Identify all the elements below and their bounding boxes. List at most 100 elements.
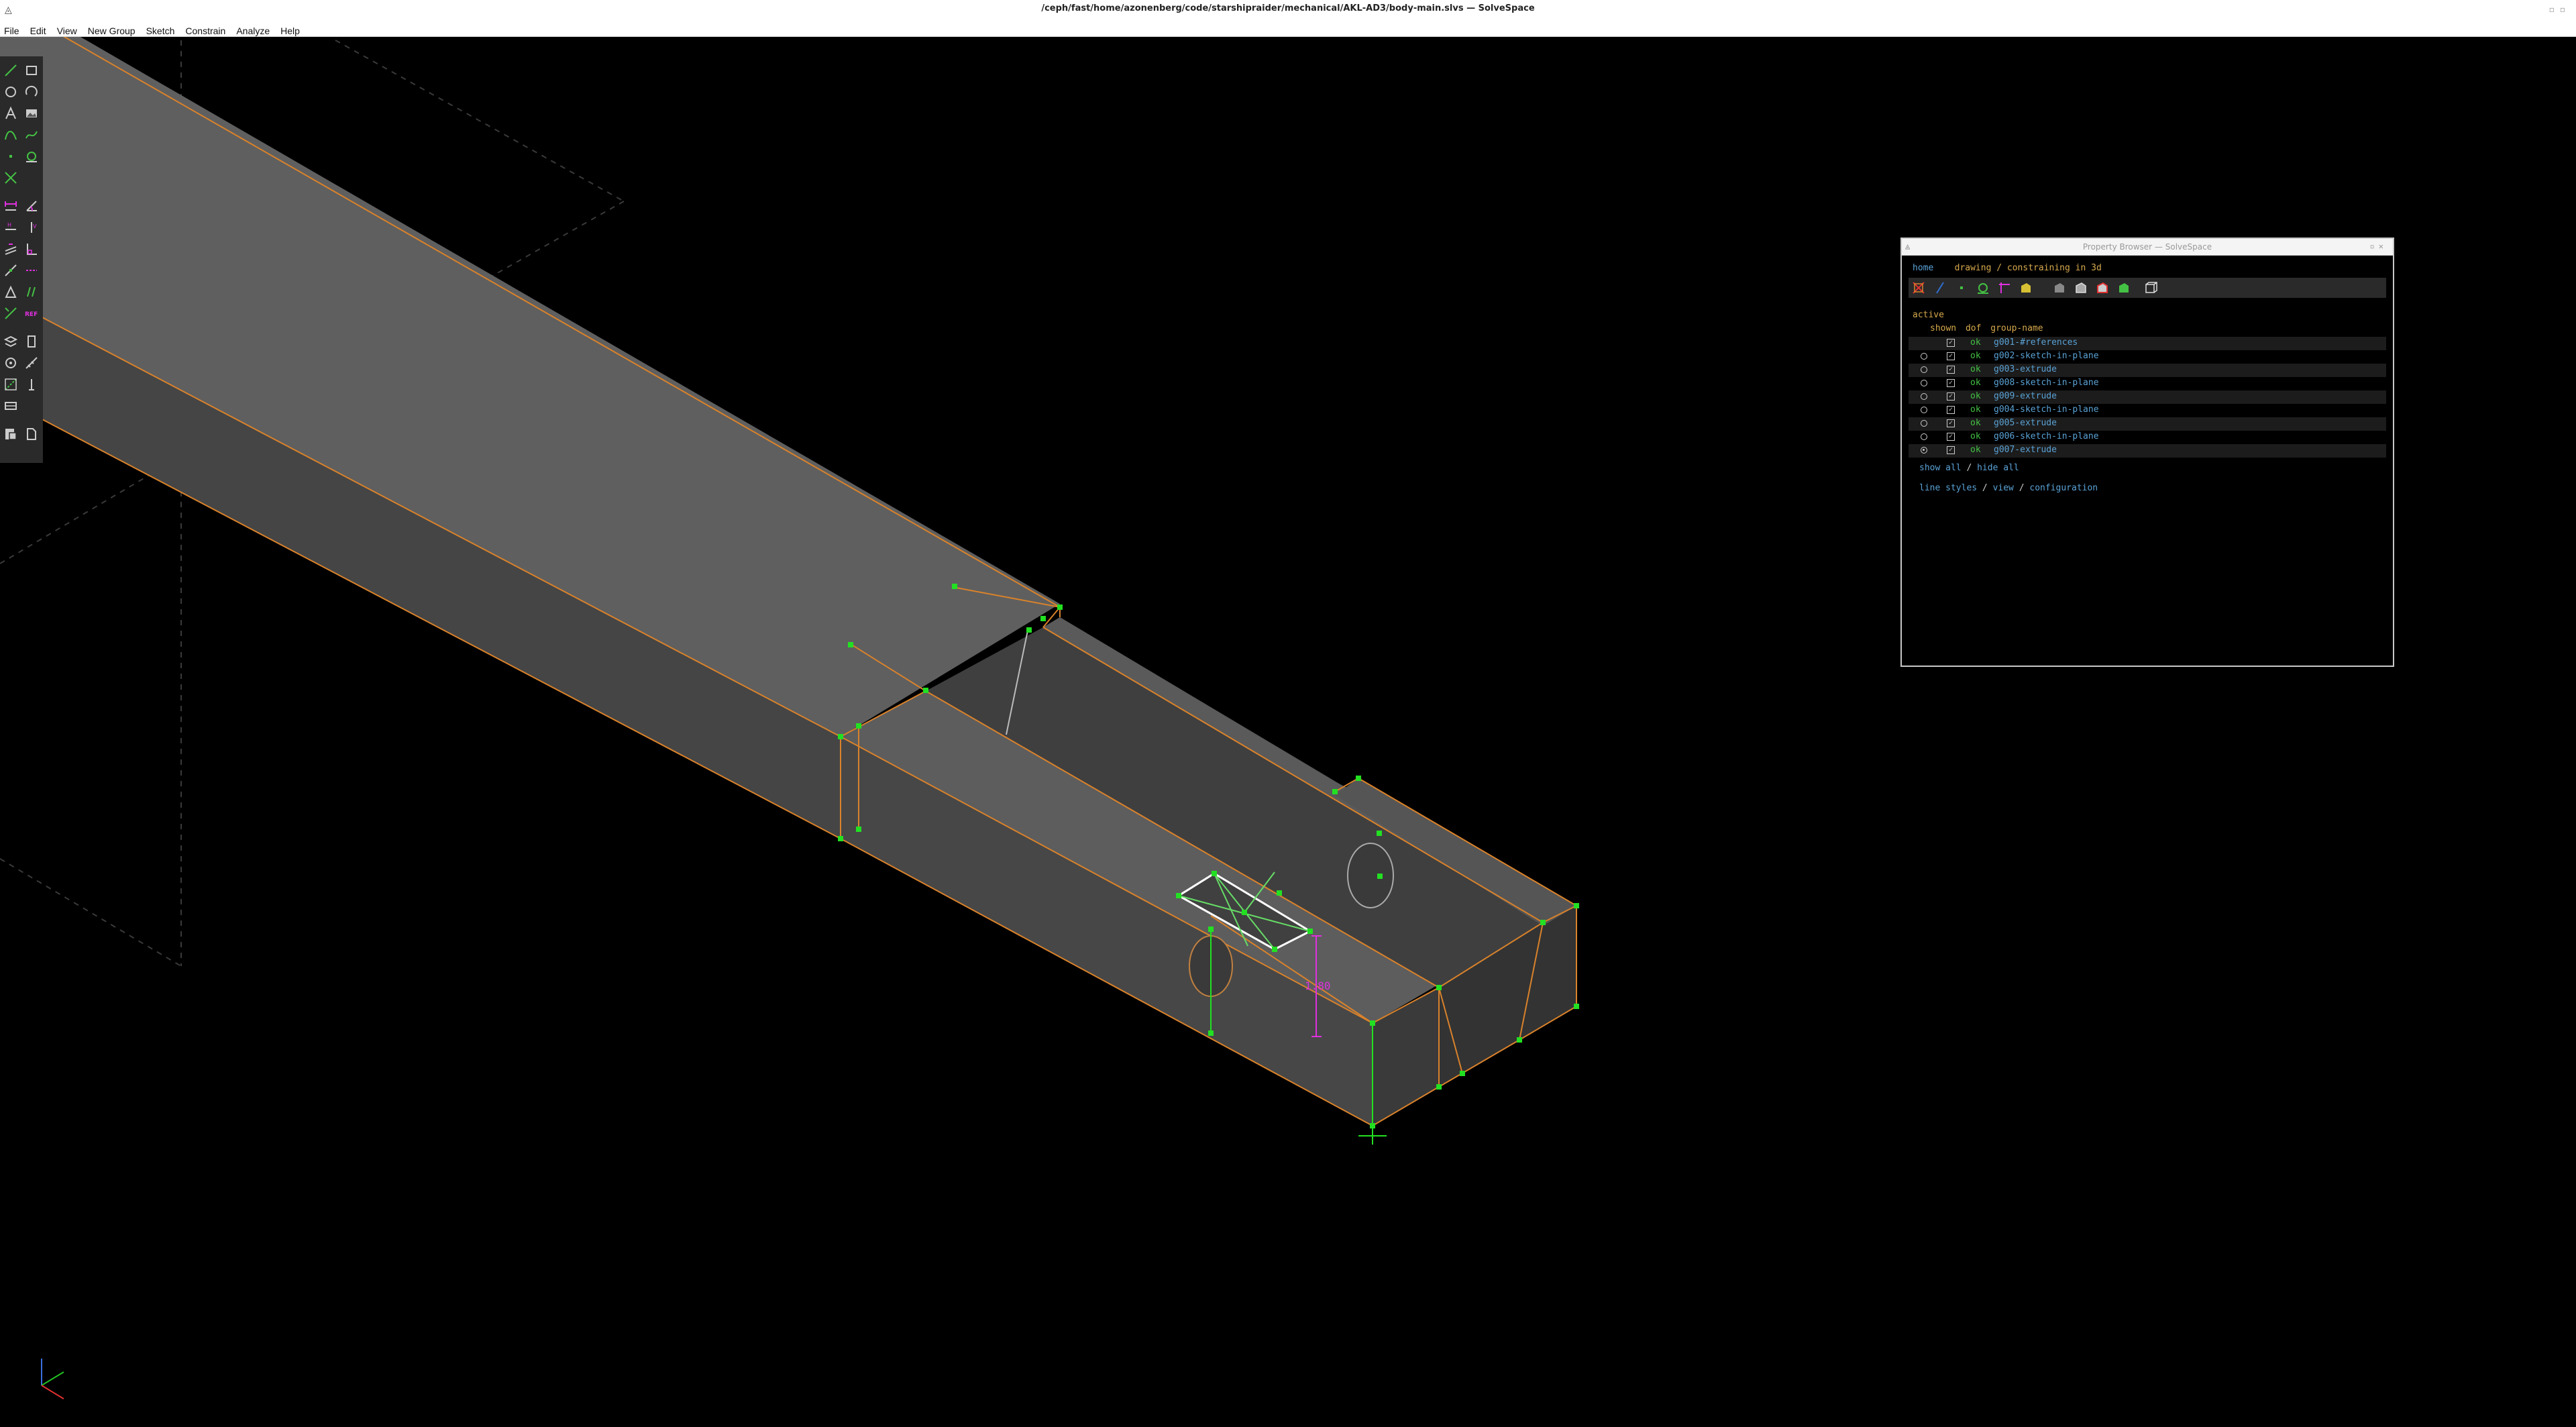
shown-checkbox[interactable]: ✓ xyxy=(1947,366,1955,374)
show-all-link[interactable]: show all xyxy=(1919,463,1962,473)
export-icon[interactable] xyxy=(3,427,18,441)
construction-icon[interactable] xyxy=(3,377,18,392)
view-link[interactable]: view xyxy=(1993,483,2014,493)
nearest-ortho-icon[interactable] xyxy=(24,334,39,349)
step-rotate-icon[interactable] xyxy=(3,356,18,370)
workplanes-icon[interactable] xyxy=(1911,280,1926,295)
group-name-link[interactable]: g009-extrude xyxy=(1994,391,2057,401)
svg-text:V: V xyxy=(33,223,37,229)
group-name-link[interactable]: g005-extrude xyxy=(1994,418,2057,428)
home-link[interactable]: home xyxy=(1913,263,1933,273)
normals-icon[interactable] xyxy=(1933,280,1947,295)
shaded-icon[interactable] xyxy=(2052,280,2067,295)
group-row[interactable]: ✓ ok g007-extrude xyxy=(1909,444,2386,458)
vertical-icon[interactable]: V xyxy=(24,220,39,235)
group-row[interactable]: ✓ ok g004-sketch-in-plane xyxy=(1909,404,2386,417)
horizontal-icon[interactable]: H xyxy=(3,220,18,235)
group-name-link[interactable]: g001-#references xyxy=(1994,337,2078,348)
menu-edit[interactable]: Edit xyxy=(25,20,52,36)
cubic-spline-icon[interactable] xyxy=(3,127,18,142)
assemble-icon[interactable] xyxy=(3,399,18,413)
arc-icon[interactable] xyxy=(24,85,39,99)
dimension-label[interactable]: 1.80 xyxy=(1305,980,1331,992)
symmetric-icon[interactable] xyxy=(24,263,39,278)
group-name-link[interactable]: g006-sketch-in-plane xyxy=(1994,431,2099,441)
points-icon[interactable] xyxy=(1954,280,1969,295)
menu-new-group[interactable]: New Group xyxy=(83,20,141,36)
group-name-link[interactable]: g004-sketch-in-plane xyxy=(1994,405,2099,415)
active-radio[interactable] xyxy=(1921,420,1927,427)
shown-checkbox[interactable]: ✓ xyxy=(1947,433,1955,441)
hide-all-link[interactable]: hide all xyxy=(1977,463,2019,473)
window-controls[interactable]: ▫▫ xyxy=(2549,5,2571,14)
group-name-link[interactable]: g002-sketch-in-plane xyxy=(1994,351,2099,361)
active-radio[interactable] xyxy=(1921,433,1927,440)
group-row[interactable]: ✓ ok g005-extrude xyxy=(1909,417,2386,431)
point-on-line-icon[interactable] xyxy=(3,263,18,278)
group-row[interactable]: ✓ ok g002-sketch-in-plane xyxy=(1909,350,2386,364)
group-name-link[interactable]: g003-extrude xyxy=(1994,364,2057,374)
group-row[interactable]: ✓ ok g009-extrude xyxy=(1909,390,2386,404)
reference-icon[interactable]: REF xyxy=(24,306,39,321)
shown-checkbox[interactable]: ✓ xyxy=(1947,446,1955,454)
constraints-icon[interactable] xyxy=(1997,280,2012,295)
line-styles-link[interactable]: line styles xyxy=(1919,483,1977,493)
group-dof: ok xyxy=(1970,364,1981,374)
parallel-icon[interactable] xyxy=(3,242,18,256)
group-name-link[interactable]: g007-extrude xyxy=(1994,445,2057,455)
hidden-lines-icon[interactable] xyxy=(2143,280,2158,295)
group-row[interactable]: ✓ ok g008-sketch-in-plane xyxy=(1909,377,2386,390)
window-controls[interactable]: ▫✕ xyxy=(2370,242,2387,251)
active-radio[interactable] xyxy=(1921,366,1927,373)
group-dof: ok xyxy=(1970,418,1981,428)
circle-icon[interactable] xyxy=(3,85,18,99)
shown-checkbox[interactable]: ✓ xyxy=(1947,419,1955,427)
menu-analyze[interactable]: Analyze xyxy=(231,20,275,36)
comment-icon[interactable] xyxy=(3,306,18,321)
angle-icon[interactable] xyxy=(24,199,39,213)
equal-icon[interactable] xyxy=(3,284,18,299)
group-row[interactable]: ✓ ok g003-extrude xyxy=(1909,364,2386,377)
configuration-link[interactable]: configuration xyxy=(2029,483,2098,493)
faces-icon[interactable] xyxy=(2019,280,2033,295)
menu-file[interactable]: File xyxy=(0,20,25,36)
property-browser-titlebar[interactable]: ◬ Property Browser — SolveSpace ▫✕ xyxy=(1902,239,2393,256)
construction-entities-icon[interactable] xyxy=(1976,280,1990,295)
active-radio[interactable] xyxy=(1921,407,1927,413)
tangent-arc-icon[interactable] xyxy=(24,149,39,164)
distance-icon[interactable] xyxy=(3,199,18,213)
shown-checkbox[interactable]: ✓ xyxy=(1947,352,1955,360)
menu-help[interactable]: Help xyxy=(275,20,305,36)
edges-icon[interactable] xyxy=(2074,280,2088,295)
group-name-link[interactable]: g008-sketch-in-plane xyxy=(1994,378,2099,388)
line-segment-icon[interactable] xyxy=(3,63,18,78)
midpoint-icon[interactable] xyxy=(24,284,39,299)
active-radio[interactable] xyxy=(1921,353,1927,360)
point-icon[interactable] xyxy=(3,149,18,164)
group-row[interactable]: ✓ ok g006-sketch-in-plane xyxy=(1909,431,2386,444)
extrude-group-icon[interactable] xyxy=(24,377,39,392)
workplane-icon[interactable] xyxy=(3,334,18,349)
shown-checkbox[interactable]: ✓ xyxy=(1947,392,1955,401)
active-radio[interactable] xyxy=(1921,447,1927,454)
step-translate-icon[interactable] xyxy=(24,356,39,370)
mesh-icon[interactable] xyxy=(2116,280,2131,295)
group-row[interactable]: ✓ ok g001-#references xyxy=(1909,337,2386,350)
image-icon[interactable] xyxy=(24,106,39,121)
shown-checkbox[interactable]: ✓ xyxy=(1947,339,1955,347)
shown-checkbox[interactable]: ✓ xyxy=(1947,406,1955,414)
text-icon[interactable] xyxy=(3,106,18,121)
active-radio[interactable] xyxy=(1921,380,1927,386)
menu-sketch[interactable]: Sketch xyxy=(141,20,180,36)
bezier-icon[interactable] xyxy=(24,127,39,142)
outlines-icon[interactable] xyxy=(2095,280,2110,295)
rectangle-icon[interactable] xyxy=(24,63,39,78)
perpendicular-icon[interactable] xyxy=(24,242,39,256)
sketch-in-3d-icon[interactable] xyxy=(24,427,39,441)
group-dof: ok xyxy=(1970,391,1981,401)
menu-view[interactable]: View xyxy=(52,20,83,36)
shown-checkbox[interactable]: ✓ xyxy=(1947,379,1955,387)
split-curves-icon[interactable] xyxy=(3,170,18,185)
menu-constrain[interactable]: Constrain xyxy=(180,20,231,36)
active-radio[interactable] xyxy=(1921,393,1927,400)
